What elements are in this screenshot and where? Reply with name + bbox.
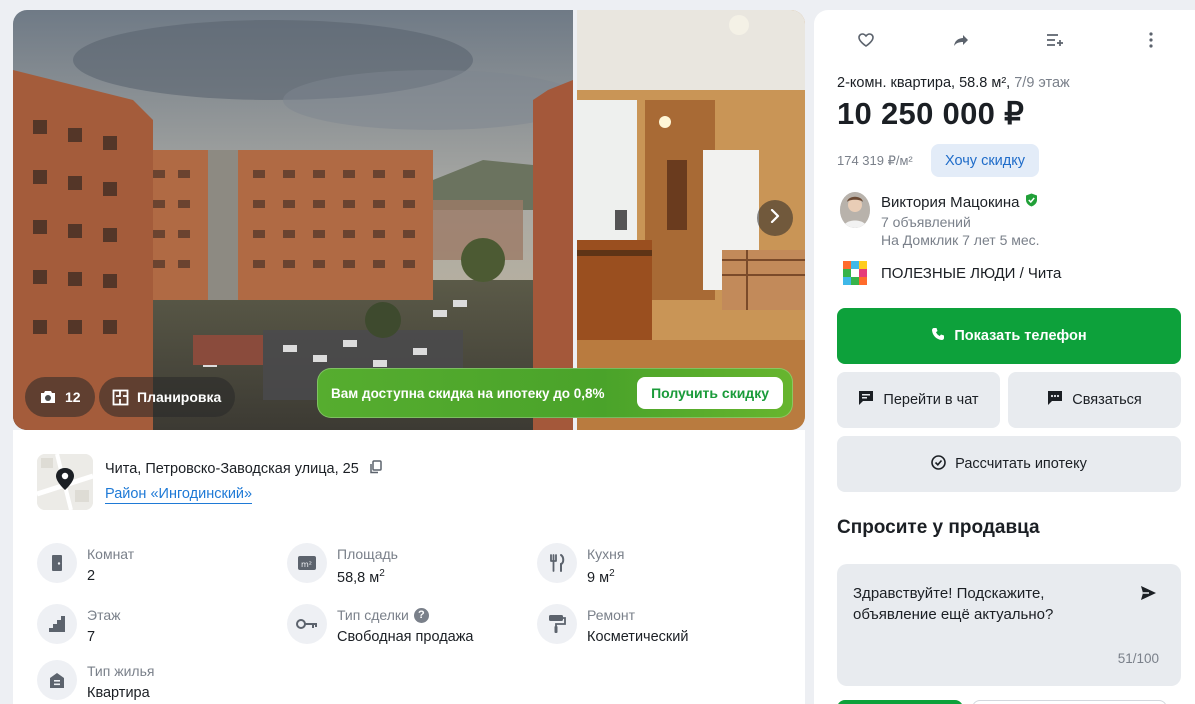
message-dots-icon (1047, 390, 1063, 410)
chevron-right-icon (769, 208, 781, 228)
avatar[interactable] (840, 192, 870, 228)
floor-plan-icon (111, 388, 129, 406)
chat-icon (858, 390, 874, 410)
seller-name[interactable]: Виктория Мацокина (881, 193, 1038, 211)
map-thumbnail[interactable] (37, 454, 93, 510)
feature-kitchen: Кухня 9 м2 (537, 543, 624, 586)
camera-icon (39, 388, 57, 406)
photo-count: 12 (65, 389, 81, 405)
more-options-icon[interactable] (1139, 28, 1163, 52)
price: 10 250 000 ₽ (837, 96, 1025, 131)
feature-label: Ремонт (587, 607, 636, 623)
quick-reply-button[interactable] (837, 700, 963, 704)
mortgage-promo-banner: Вам доступна скидка на ипотеку до 0,8% П… (317, 368, 793, 418)
photo-count-chip[interactable]: 12 (25, 377, 95, 417)
feature-value: 2 (87, 568, 96, 584)
feature-label: Площадь (337, 546, 398, 562)
help-icon[interactable]: ? (413, 607, 429, 623)
calculate-mortgage-button[interactable]: Рассчитать ипотеку (837, 436, 1181, 492)
left-column: 12 Планировка Вам доступна скидка на ипо… (13, 10, 805, 704)
seller-since: На Домклик 7 лет 5 мес. (881, 232, 1040, 248)
floor-info: 7/9 этаж (1014, 75, 1070, 91)
listing-subtitle: 2-комн. квартира, 58.8 м², 7/9 этаж (837, 75, 1070, 91)
svg-text:m²: m² (301, 560, 312, 569)
feature-label: Кухня (587, 546, 625, 562)
check-circle-icon (931, 454, 946, 474)
feature-label: Тип сделки? (337, 607, 474, 623)
feature-rooms: Комнат 2 (37, 543, 134, 584)
listing-info: Чита, Петровско-Заводская улица, 25 Райо… (13, 430, 805, 704)
share-icon[interactable] (949, 28, 973, 52)
phone-icon (931, 327, 945, 345)
address-text: Чита, Петровско-Заводская улица, 25 (105, 461, 359, 477)
feature-label: Тип жилья (87, 663, 155, 679)
feature-value: 9 м2 (587, 568, 615, 586)
photo-gallery: 12 Планировка Вам доступна скидка на ипо… (13, 10, 805, 430)
contact-button[interactable]: Связаться (1008, 372, 1181, 428)
favorite-heart-icon[interactable] (854, 28, 878, 52)
feature-value: Свободная продажа (337, 629, 474, 645)
floor-plan-label: Планировка (137, 389, 222, 405)
main-photo[interactable] (13, 10, 573, 430)
feature-value: 7 (87, 629, 96, 645)
listing-toolbar (814, 28, 1195, 52)
feature-deal-type: Тип сделки? Свободная продажа (287, 604, 474, 645)
cutlery-icon (537, 543, 577, 583)
feature-renovation: Ремонт Косметический (537, 604, 688, 645)
message-text[interactable]: Здравствуйте! Подскажите, объявление ещё… (853, 583, 1123, 625)
ask-seller-title: Спросите у продавца (837, 517, 1040, 538)
next-photo-button[interactable] (757, 200, 793, 236)
building-icon (37, 660, 77, 700)
feature-value: Косметический (587, 629, 689, 645)
address: Чита, Петровско-Заводская улица, 25 (105, 460, 382, 478)
ask-seller-message-field[interactable]: Здравствуйте! Подскажите, объявление ещё… (837, 564, 1181, 686)
feature-value: 58,8 м2 (337, 568, 385, 586)
add-to-list-icon[interactable] (1043, 28, 1067, 52)
promo-text: Вам доступна скидка на ипотеку до 0,8% (331, 385, 605, 401)
feature-area: m² Площадь 58,8 м2 (287, 543, 398, 586)
key-icon (287, 604, 327, 644)
send-icon[interactable] (1139, 584, 1159, 604)
verified-badge-icon (1025, 193, 1038, 211)
want-discount-button[interactable]: Хочу скидку (931, 144, 1039, 177)
feature-label: Комнат (87, 546, 135, 562)
seller-ads-count: 7 объявлений (881, 214, 971, 230)
secondary-reply-button[interactable] (972, 700, 1167, 704)
feature-value: Квартира (87, 685, 150, 701)
character-counter: 51/100 (1117, 651, 1159, 666)
feature-label: Этаж (87, 607, 121, 623)
sidebar-card: 2-комн. квартира, 58.8 м², 7/9 этаж 10 2… (814, 10, 1195, 704)
agency-logo-icon (843, 261, 867, 285)
district-link[interactable]: Район «Ингодинский» (105, 486, 253, 504)
get-discount-button[interactable]: Получить скидку (637, 377, 783, 409)
listing-page: 12 Планировка Вам доступна скидка на ипо… (0, 0, 1195, 704)
show-phone-button[interactable]: Показать телефон (837, 308, 1181, 364)
feature-housing-type: Тип жилья Квартира (37, 660, 154, 701)
copy-icon[interactable] (369, 460, 382, 478)
agency-name[interactable]: ПОЛЕЗНЫЕ ЛЮДИ / Чита (881, 265, 1061, 282)
door-icon (37, 543, 77, 583)
area-icon: m² (287, 543, 327, 583)
floor-plan-chip[interactable]: Планировка (99, 377, 236, 417)
paint-roller-icon (537, 604, 577, 644)
go-to-chat-button[interactable]: Перейти в чат (837, 372, 1000, 428)
feature-floor: Этаж 7 (37, 604, 120, 645)
price-per-meter: 174 319 ₽/м² (837, 153, 913, 168)
stairs-icon (37, 604, 77, 644)
